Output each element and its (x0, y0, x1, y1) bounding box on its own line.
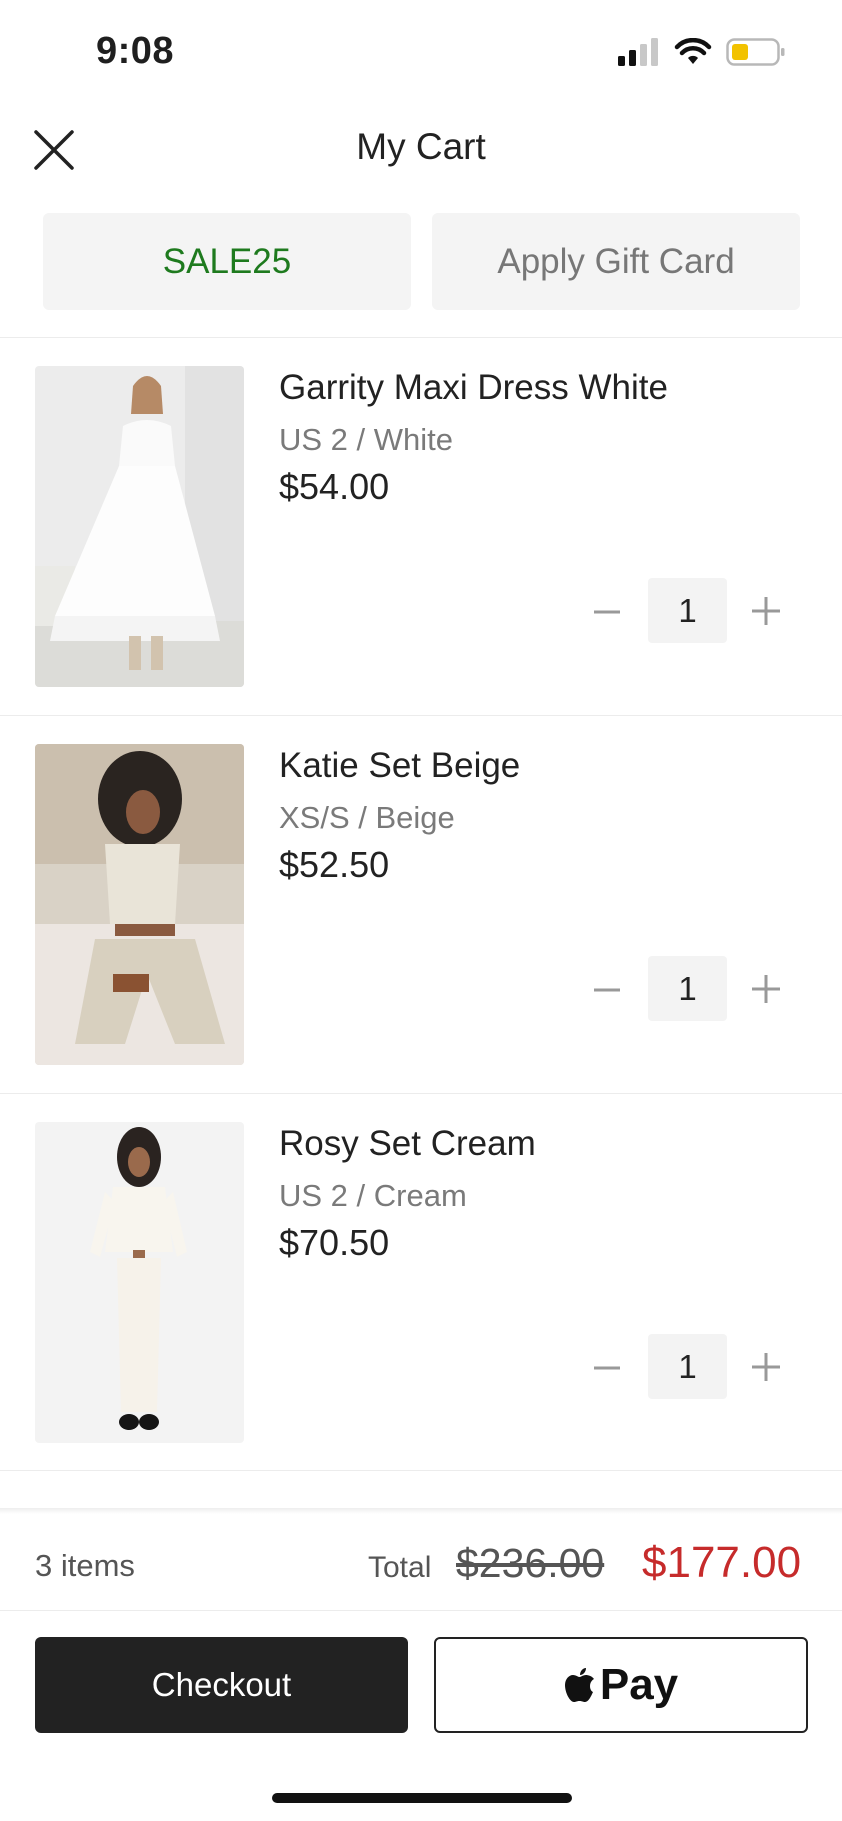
product-price: $52.50 (279, 844, 390, 885)
product-variant: XS/S / Beige (279, 800, 455, 835)
apply-gift-card-button[interactable]: Apply Gift Card (432, 213, 800, 310)
product-variant: US 2 / Cream (279, 1178, 467, 1213)
checkout-button[interactable]: Checkout (35, 1637, 408, 1733)
items-count: 3 items (35, 1548, 135, 1583)
decrease-quantity-icon[interactable] (591, 974, 623, 1006)
cart-item: Katie Set Beige XS/S / Beige $52.50 1 (0, 716, 842, 1093)
battery-icon (726, 38, 785, 66)
product-name[interactable]: Rosy Set Cream (279, 1124, 536, 1164)
apple-pay-button[interactable]: Pay (434, 1637, 808, 1733)
increase-quantity-icon[interactable] (749, 972, 783, 1006)
divider (0, 1610, 842, 1611)
wifi-icon (674, 38, 712, 64)
original-total: $236.00 (456, 1540, 605, 1586)
home-indicator (272, 1793, 572, 1803)
cellular-signal-icon (618, 38, 658, 66)
quantity-value: 1 (648, 956, 727, 1021)
status-time: 9:08 (96, 30, 175, 72)
apple-logo-icon (564, 1668, 594, 1702)
page-title: My Cart (356, 126, 486, 167)
product-price: $54.00 (279, 466, 390, 507)
product-price: $70.50 (279, 1222, 390, 1263)
quantity-value: 1 (648, 578, 727, 643)
increase-quantity-icon[interactable] (749, 594, 783, 628)
product-image[interactable] (35, 1122, 244, 1443)
promo-code-chip[interactable]: SALE25 (43, 213, 411, 310)
total-label: Total (368, 1551, 432, 1584)
discounted-total: $177.00 (642, 1538, 802, 1587)
product-image[interactable] (35, 366, 244, 687)
increase-quantity-icon[interactable] (749, 1350, 783, 1384)
cart-item: Garrity Maxi Dress White US 2 / White $5… (0, 338, 842, 715)
footer-shadow (0, 1508, 842, 1514)
product-name[interactable]: Katie Set Beige (279, 746, 520, 786)
product-name[interactable]: Garrity Maxi Dress White (279, 368, 668, 408)
status-icons (618, 38, 786, 66)
decrease-quantity-icon[interactable] (591, 1352, 623, 1384)
decrease-quantity-icon[interactable] (591, 596, 623, 628)
apple-pay-label: Pay (599, 1660, 679, 1709)
product-variant: US 2 / White (279, 422, 453, 457)
divider (0, 1470, 842, 1471)
product-image[interactable] (35, 744, 244, 1065)
cart-item: Rosy Set Cream US 2 / Cream $70.50 1 (0, 1094, 842, 1471)
quantity-value: 1 (648, 1334, 727, 1399)
